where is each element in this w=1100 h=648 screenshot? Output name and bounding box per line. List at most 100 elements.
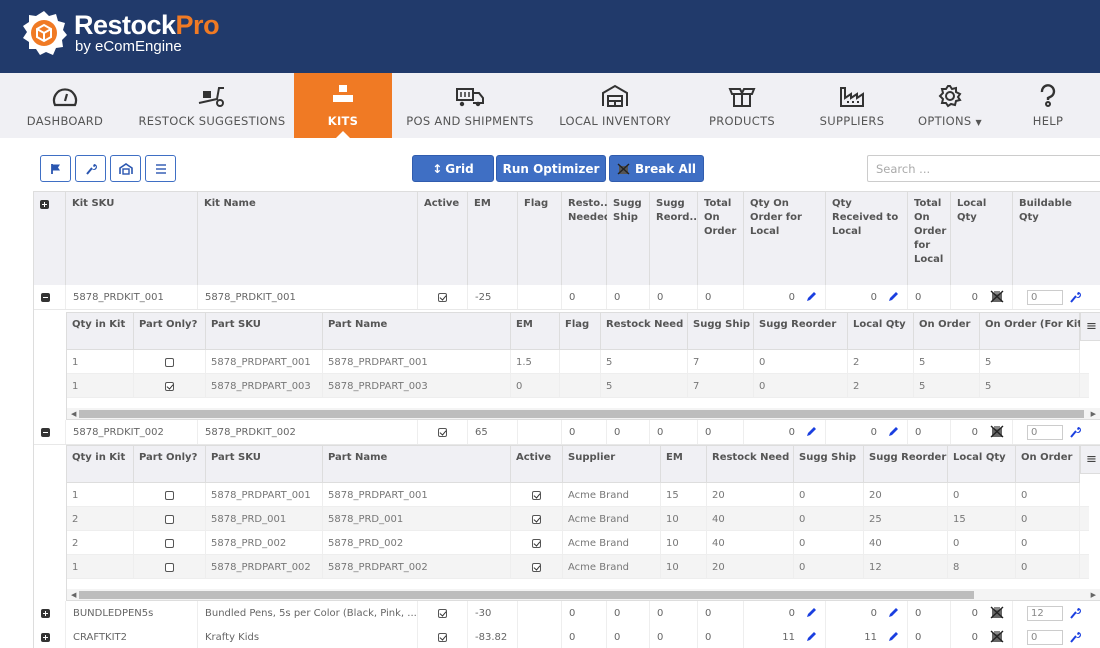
col-header[interactable]: Local Qty bbox=[951, 192, 1013, 285]
pencil-edit-icon[interactable] bbox=[806, 426, 817, 440]
pencil-edit-icon[interactable] bbox=[888, 291, 899, 305]
expand-row-icon[interactable] bbox=[41, 608, 50, 618]
wrench-build-icon[interactable] bbox=[1070, 631, 1081, 643]
column-menu-icon[interactable]: ≡ bbox=[1080, 313, 1100, 341]
subgrid-col-header[interactable]: Part SKU bbox=[206, 313, 323, 350]
part-only-checkbox[interactable] bbox=[165, 562, 174, 572]
part-only-checkbox[interactable] bbox=[165, 357, 174, 367]
part-only-checkbox[interactable] bbox=[165, 514, 174, 524]
subgrid-col-header[interactable]: Flag bbox=[560, 313, 601, 350]
horizontal-scrollbar[interactable]: ◀ ▶ bbox=[67, 589, 1100, 600]
scroll-left-icon[interactable]: ◀ bbox=[71, 410, 76, 418]
expand-cell[interactable] bbox=[34, 420, 66, 444]
menu-button[interactable] bbox=[145, 155, 176, 182]
nav-dashboard[interactable]: DASHBOARD bbox=[0, 73, 130, 138]
subgrid-col-header[interactable]: Sugg Reorder bbox=[864, 446, 948, 483]
expand-cell[interactable] bbox=[34, 625, 66, 648]
break-kit-icon[interactable] bbox=[990, 425, 1004, 441]
subgrid-col-header[interactable]: Part Only? bbox=[134, 446, 206, 483]
subgrid-col-header[interactable]: Part Name bbox=[323, 313, 511, 350]
col-header[interactable]: Total On Order for Local bbox=[908, 192, 951, 285]
pencil-edit-icon[interactable] bbox=[806, 631, 817, 645]
grid-toggle-button[interactable]: ↕ Grid bbox=[412, 155, 494, 182]
subgrid-col-header[interactable]: Supplier bbox=[563, 446, 661, 483]
nav-pos-and-shipments[interactable]: POS AND SHIPMENTS bbox=[392, 73, 548, 138]
collapse-row-icon[interactable] bbox=[41, 427, 50, 437]
subgrid-col-header[interactable]: Sugg Reorder bbox=[754, 313, 848, 350]
break-kit-icon[interactable] bbox=[990, 630, 1004, 646]
subgrid-col-header[interactable]: Qty in Kit bbox=[67, 313, 134, 350]
collapse-row-icon[interactable] bbox=[41, 292, 50, 302]
break-kit-icon[interactable] bbox=[990, 606, 1004, 622]
part-only-checkbox[interactable] bbox=[165, 490, 174, 500]
col-header[interactable]: Flag bbox=[518, 192, 562, 285]
subgrid-col-header[interactable]: On Order bbox=[914, 313, 980, 350]
col-header[interactable]: Kit Name bbox=[198, 192, 418, 285]
subgrid-col-header[interactable]: EM bbox=[661, 446, 707, 483]
scrollbar-thumb[interactable] bbox=[79, 410, 1084, 418]
subgrid-col-header[interactable]: Restock Need bbox=[707, 446, 794, 483]
expand-cell[interactable] bbox=[34, 601, 66, 625]
expand-all-icon[interactable] bbox=[40, 200, 49, 209]
pencil-edit-icon[interactable] bbox=[888, 607, 899, 621]
col-header[interactable]: Qty Received to Local bbox=[826, 192, 908, 285]
subgrid-col-header[interactable]: Sugg Ship bbox=[794, 446, 864, 483]
col-header[interactable]: Qty On Order for Local bbox=[744, 192, 826, 285]
expand-row-icon[interactable] bbox=[41, 632, 50, 642]
active-checkbox[interactable] bbox=[438, 632, 447, 642]
subgrid-col-header[interactable]: On Order (For Kits) bbox=[980, 313, 1093, 350]
subgrid-col-header[interactable]: EM bbox=[511, 313, 560, 350]
subgrid-col-header[interactable]: On Order bbox=[1016, 446, 1080, 483]
flag-button[interactable] bbox=[40, 155, 71, 182]
subgrid-col-header[interactable]: Local Qty bbox=[948, 446, 1016, 483]
run-optimizer-button[interactable]: Run Optimizer bbox=[496, 155, 606, 182]
warehouse-button[interactable] bbox=[110, 155, 141, 182]
scroll-right-icon[interactable]: ▶ bbox=[1091, 410, 1096, 418]
nav-options[interactable]: OPTIONS ▼ bbox=[902, 73, 998, 138]
buildable-qty-input[interactable]: 12 bbox=[1027, 605, 1063, 621]
subgrid-col-header[interactable]: Part Name bbox=[323, 446, 511, 483]
pencil-edit-icon[interactable] bbox=[806, 607, 817, 621]
col-header[interactable]: Resto... Needed bbox=[562, 192, 611, 285]
break-all-button[interactable]: Break All bbox=[609, 155, 704, 182]
wrench-button[interactable] bbox=[75, 155, 106, 182]
nav-suppliers[interactable]: SUPPLIERS bbox=[802, 73, 902, 138]
nav-help[interactable]: HELP bbox=[998, 73, 1098, 138]
active-checkbox[interactable] bbox=[532, 514, 541, 524]
scroll-right-icon[interactable]: ▶ bbox=[1091, 591, 1096, 599]
nav-restock-suggestions[interactable]: RESTOCK SUGGESTIONS bbox=[130, 73, 294, 138]
restockpro-logo[interactable]: RestockPro by eComEngine bbox=[20, 9, 220, 57]
col-header[interactable]: EM bbox=[468, 192, 518, 285]
col-header[interactable]: Active bbox=[418, 192, 468, 285]
subgrid-col-header[interactable]: Part Only? bbox=[134, 313, 206, 350]
scroll-left-icon[interactable]: ◀ bbox=[71, 591, 76, 599]
buildable-qty-input[interactable]: 0 bbox=[1027, 629, 1063, 645]
break-kit-icon[interactable] bbox=[990, 290, 1004, 306]
wrench-build-icon[interactable] bbox=[1070, 291, 1081, 303]
subgrid-col-header[interactable]: Local Qty bbox=[848, 313, 914, 350]
active-checkbox[interactable] bbox=[532, 562, 541, 572]
expand-cell[interactable] bbox=[34, 285, 66, 309]
subgrid-col-header[interactable]: Part SKU bbox=[206, 446, 323, 483]
subgrid-col-header[interactable]: Qty in Kit bbox=[67, 446, 134, 483]
subgrid-col-header[interactable]: Active bbox=[511, 446, 563, 483]
subgrid-col-header[interactable]: Restock Need bbox=[601, 313, 688, 350]
wrench-build-icon[interactable] bbox=[1070, 607, 1081, 619]
col-header[interactable]: Kit SKU bbox=[66, 192, 198, 285]
active-checkbox[interactable] bbox=[438, 608, 447, 618]
pencil-edit-icon[interactable] bbox=[806, 291, 817, 305]
col-header[interactable]: Sugg Ship bbox=[607, 192, 650, 285]
col-header[interactable]: Sugg Reord... bbox=[650, 192, 701, 285]
expand-all-header[interactable] bbox=[34, 192, 66, 285]
nav-products[interactable]: PRODUCTS bbox=[682, 73, 802, 138]
subgrid-col-header[interactable]: Sugg Ship bbox=[688, 313, 754, 350]
active-checkbox[interactable] bbox=[438, 292, 447, 302]
pencil-edit-icon[interactable] bbox=[888, 631, 899, 645]
buildable-qty-input[interactable]: 0 bbox=[1027, 424, 1063, 440]
wrench-build-icon[interactable] bbox=[1070, 426, 1081, 438]
nav-local-inventory[interactable]: LOCAL INVENTORY bbox=[548, 73, 682, 138]
search-input[interactable] bbox=[867, 155, 1100, 182]
active-checkbox[interactable] bbox=[532, 490, 541, 500]
buildable-qty-input[interactable]: 0 bbox=[1027, 289, 1063, 305]
col-header[interactable]: Total On Order bbox=[698, 192, 744, 285]
